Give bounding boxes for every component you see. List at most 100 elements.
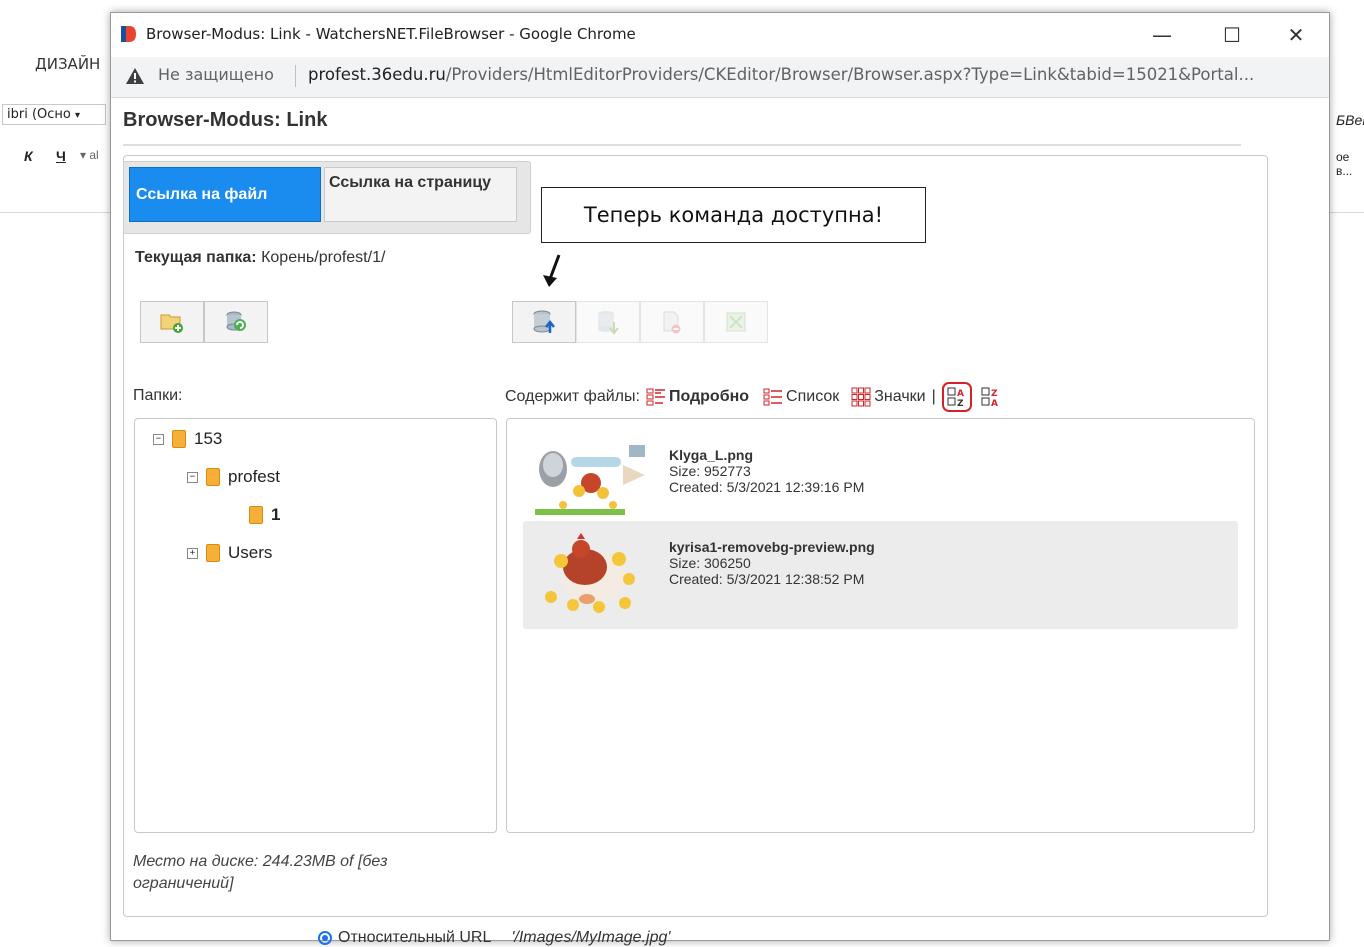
delete-button[interactable] bbox=[640, 301, 704, 343]
link-type-tabs: Ссылка на файл Ссылка на страницу bbox=[123, 161, 531, 234]
arrow-down-icon bbox=[543, 254, 561, 287]
tree-node-label: 153 bbox=[194, 429, 223, 448]
tree-node-label: profest bbox=[228, 467, 280, 486]
url-path: /Providers/HtmlEditorProviders/CKEditor/… bbox=[445, 65, 1255, 84]
tab-link-to-page[interactable]: Ссылка на страницу bbox=[324, 167, 517, 222]
folders-label: Папки: bbox=[133, 387, 183, 404]
ribbon-divider bbox=[1330, 212, 1364, 213]
download-button[interactable] bbox=[576, 301, 640, 343]
disk-space: Место на диске: 244.23MB of [без огранич… bbox=[133, 853, 388, 892]
resize-icon bbox=[726, 312, 746, 332]
sort-az-button[interactable]: A Z bbox=[941, 382, 972, 412]
relative-url-label: Относительный URL bbox=[338, 929, 492, 946]
files-label: Содержит файлы: bbox=[505, 388, 640, 405]
file-toolbar bbox=[512, 301, 768, 343]
view-list-label: Список bbox=[786, 388, 840, 405]
refresh-button[interactable] bbox=[204, 301, 268, 343]
svg-text:A: A bbox=[991, 399, 998, 407]
file-name: kyrisa1-removebg-preview.png bbox=[669, 539, 875, 555]
folder-icon bbox=[206, 468, 220, 486]
style-preview-2[interactable]: ое в... bbox=[1336, 150, 1364, 178]
page-title: Browser-Modus: Link bbox=[123, 109, 328, 131]
security-label[interactable]: Не защищено bbox=[158, 65, 274, 84]
folder-toolbar bbox=[140, 301, 268, 343]
underline-button[interactable]: Ч bbox=[56, 148, 66, 164]
current-folder: Текущая папка: Корень/profest/1/ bbox=[135, 249, 385, 267]
url-text[interactable]: profest.36edu.ru/Providers/HtmlEditorPro… bbox=[308, 65, 1254, 84]
sort-descending-icon: Z A bbox=[981, 387, 998, 407]
maximize-button[interactable]: ☐ bbox=[1201, 13, 1263, 57]
file-list: Klyga_L.png Size: 952773 Created: 5/3/20… bbox=[506, 418, 1255, 833]
browser-window: Browser-Modus: Link - WatchersNET.FileBr… bbox=[110, 12, 1330, 946]
window-titlebar: Browser-Modus: Link - WatchersNET.FileBr… bbox=[111, 13, 1329, 57]
new-folder-button[interactable] bbox=[140, 301, 204, 343]
chevron-down-icon[interactable]: ▾ al bbox=[80, 148, 99, 162]
file-item-selected[interactable]: kyrisa1-removebg-preview.png Size: 30625… bbox=[523, 521, 1238, 629]
collapse-icon[interactable]: − bbox=[187, 471, 198, 483]
tree-node-1[interactable]: 1 bbox=[249, 505, 280, 525]
relative-url-example: '/Images/MyImage.jpg' bbox=[511, 929, 671, 946]
chevron-down-icon[interactable]: ▾ bbox=[75, 110, 80, 121]
file-created: Created: 5/3/2021 12:39:16 PM bbox=[669, 479, 865, 495]
file-name: Klyga_L.png bbox=[669, 447, 754, 463]
tree-node-153[interactable]: − 153 bbox=[153, 429, 222, 449]
collapse-icon[interactable]: − bbox=[153, 433, 164, 445]
sort-za-button[interactable]: Z A bbox=[978, 384, 1004, 410]
folder-icon bbox=[206, 544, 220, 562]
svg-text:A: A bbox=[957, 389, 964, 399]
style-preview[interactable]: БВеГ bbox=[1336, 112, 1364, 128]
view-thumbnails-label: Значки bbox=[874, 388, 926, 405]
download-icon bbox=[598, 311, 619, 335]
file-info: Klyga_L.png Size: 952773 Created: 5/3/20… bbox=[669, 447, 864, 495]
folder-icon bbox=[172, 430, 186, 448]
tree-node-label: 1 bbox=[271, 505, 281, 524]
view-separator: | bbox=[931, 388, 936, 405]
file-created: Created: 5/3/2021 12:38:52 PM bbox=[669, 571, 865, 587]
thumbnails-view-icon bbox=[851, 387, 871, 407]
view-list-option[interactable]: Список bbox=[763, 387, 839, 407]
minimize-button[interactable]: — bbox=[1131, 13, 1193, 57]
italic-button[interactable]: К bbox=[24, 148, 33, 164]
upload-icon bbox=[533, 310, 555, 333]
tree-node-label: Users bbox=[228, 543, 273, 562]
resize-button[interactable] bbox=[704, 301, 768, 343]
warning-icon[interactable] bbox=[125, 67, 145, 85]
file-size: Size: 952773 bbox=[669, 463, 751, 479]
ribbon-tab-design[interactable]: ДИЗАЙН bbox=[35, 55, 100, 73]
tree-node-users[interactable]: + Users bbox=[187, 543, 272, 563]
current-folder-label: Текущая папка: bbox=[135, 249, 257, 266]
refresh-icon bbox=[226, 311, 246, 331]
folder-tree: − 153 − profest 1 + Users bbox=[134, 418, 497, 833]
tab-link-to-file[interactable]: Ссылка на файл bbox=[129, 167, 321, 222]
file-thumbnail-image bbox=[533, 527, 651, 619]
radio-selected-icon[interactable] bbox=[318, 931, 332, 945]
url-host: profest.36edu.ru bbox=[308, 65, 446, 84]
view-thumbnails-option[interactable]: Значки bbox=[851, 387, 926, 407]
file-info: kyrisa1-removebg-preview.png Size: 30625… bbox=[669, 539, 875, 587]
view-details-option[interactable]: Подробно bbox=[646, 387, 749, 407]
tree-node-profest[interactable]: − profest bbox=[187, 467, 280, 487]
address-separator bbox=[295, 65, 296, 87]
close-button[interactable]: ✕ bbox=[1265, 13, 1327, 57]
details-view-icon bbox=[646, 388, 665, 406]
svg-text:Z: Z bbox=[991, 389, 998, 399]
font-name-box[interactable]: ibri (Осно ▾ bbox=[2, 104, 106, 125]
font-name-value: ibri (Осно bbox=[7, 107, 71, 122]
upload-button[interactable] bbox=[512, 301, 576, 343]
new-folder-icon bbox=[160, 314, 183, 333]
files-view-bar: Содержит файлы: Подробно Список Значки |… bbox=[505, 382, 1004, 412]
ribbon-divider bbox=[0, 212, 110, 213]
delete-file-icon bbox=[663, 311, 681, 334]
folder-icon bbox=[249, 506, 263, 524]
view-details-label: Подробно bbox=[668, 388, 750, 405]
current-folder-value: Корень/profest/1/ bbox=[261, 249, 386, 266]
callout-note: Теперь команда доступна! bbox=[541, 187, 926, 243]
file-thumbnail-image bbox=[533, 435, 651, 527]
list-view-icon bbox=[763, 388, 783, 406]
window-title: Browser-Modus: Link - WatchersNET.FileBr… bbox=[146, 25, 636, 43]
app-logo-icon bbox=[121, 26, 136, 42]
svg-text:Z: Z bbox=[957, 399, 964, 407]
expand-icon[interactable]: + bbox=[187, 547, 198, 559]
sort-ascending-icon: A Z bbox=[947, 387, 964, 407]
relative-url-option[interactable]: Относительный URL '/Images/MyImage.jpg' bbox=[318, 929, 670, 947]
